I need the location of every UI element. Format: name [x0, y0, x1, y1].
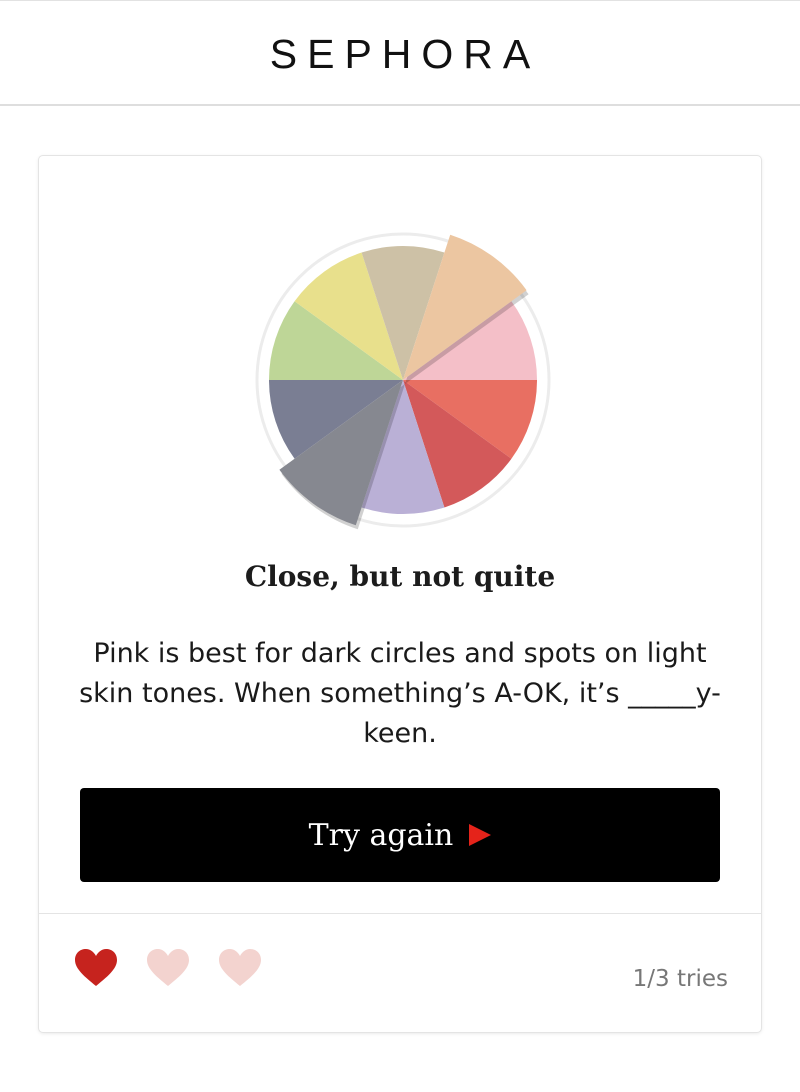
- result-title: Close, but not quite: [244, 560, 556, 593]
- sephora-logo[interactable]: SEPHORA: [0, 31, 800, 78]
- result-message: Pink is best for dark circles and spots …: [79, 638, 721, 749]
- lives-indicator: [73, 948, 289, 988]
- quiz-card: Close, but not quite Pink is best for da…: [39, 156, 761, 1032]
- heart-icon: [219, 949, 261, 986]
- color-wheel: [255, 232, 551, 530]
- heart-icon: [75, 949, 117, 986]
- header-bar: SEPHORA: [0, 0, 800, 106]
- try-again-button[interactable]: Try again: [80, 788, 720, 882]
- divider: [39, 913, 761, 914]
- play-arrow-icon: [469, 824, 492, 846]
- heart-icon: [147, 949, 189, 986]
- tries-counter: 1/3 tries: [632, 966, 728, 992]
- try-again-label: Try again: [308, 817, 454, 853]
